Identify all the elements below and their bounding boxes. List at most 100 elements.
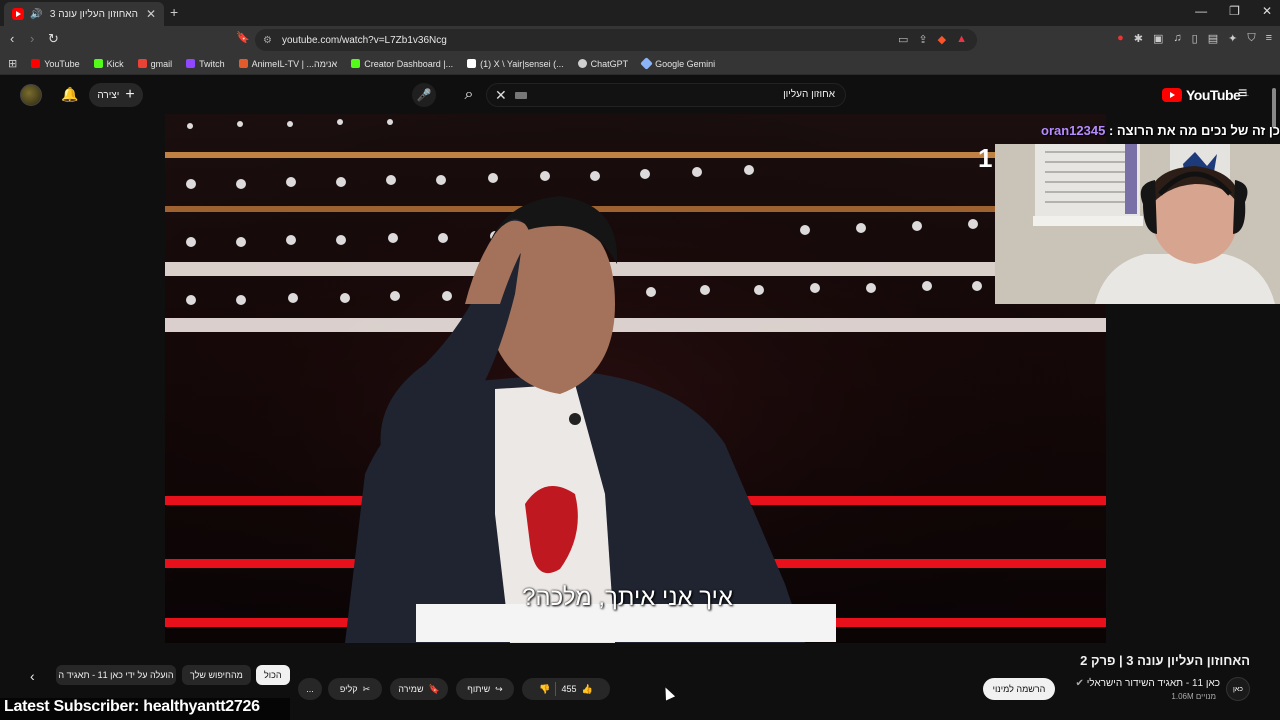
maximize-button[interactable]: ❐ <box>1229 4 1240 18</box>
close-window-button[interactable]: ✕ <box>1262 4 1272 18</box>
forward-icon[interactable]: › <box>30 31 34 46</box>
scrollbar[interactable] <box>1272 88 1276 128</box>
bookmark-x[interactable]: (1) X \ Yair|sensei (... <box>467 59 564 69</box>
search-input[interactable]: ✕ אחוזון העליון <box>486 83 846 107</box>
reload-icon[interactable]: ↻ <box>48 31 59 47</box>
minimize-button[interactable]: — <box>1195 4 1207 18</box>
address-bar-row: ‹ › ↻ 🔖 ⚙ youtube.com/watch?v=L7Zb1v36Nc… <box>0 26 1280 53</box>
youtube-logo[interactable]: YouTube IL <box>1162 87 1249 103</box>
youtube-favicon-icon <box>12 8 24 20</box>
x-icon <box>467 59 477 68</box>
gmail-icon <box>137 59 147 68</box>
chatgpt-icon <box>577 59 587 68</box>
browser-menu-icon[interactable]: ≡ <box>1266 32 1272 45</box>
bookmark-gmail[interactable]: gmail <box>137 59 172 69</box>
chip-all[interactable]: הכול <box>256 665 290 685</box>
save-button[interactable]: שמירה 🔖 <box>390 678 448 700</box>
share-button[interactable]: שיתוף ↪ <box>456 678 514 700</box>
scissors-icon: ✂ <box>362 683 371 694</box>
bookmark-gemini[interactable]: Google Gemini <box>640 57 715 70</box>
bookmark-youtube[interactable]: YouTube <box>31 59 80 69</box>
like-divider <box>555 682 557 696</box>
site-info-icon[interactable]: ⚙ <box>263 35 272 46</box>
guide-menu-icon[interactable]: ≡ <box>1238 85 1247 103</box>
latest-subscriber-overlay: Latest Subscriber: healthyantt2726 <box>0 698 290 720</box>
clear-search-icon[interactable]: ✕ <box>495 87 507 104</box>
chat-username: oran12345 <box>1041 123 1106 138</box>
like-dislike-group: 👎 455 👍 <box>522 678 610 700</box>
url-field[interactable]: ⚙ youtube.com/watch?v=L7Zb1v36Ncg ▭ ⇪ ◆ … <box>255 29 977 51</box>
bookmark-animeil[interactable]: AnimeIL-TV | ...אנימה <box>238 59 337 69</box>
close-tab-icon[interactable]: ✕ <box>146 7 156 21</box>
new-tab-button[interactable]: + <box>170 4 178 20</box>
url-text[interactable]: youtube.com/watch?v=L7Zb1v36Ncg <box>282 35 447 46</box>
ai-icon[interactable]: ✦ <box>1228 32 1237 45</box>
share-arrow-icon: ↪ <box>495 683 503 694</box>
rewards-icon[interactable]: ▲ <box>956 33 967 46</box>
avatar[interactable] <box>20 84 42 106</box>
overlay-number: 1 <box>978 143 993 173</box>
browser-tab-bar: 🔊 האחוזון העליון עונה 3 | פרק 2 ✕ + — ❐ … <box>0 0 1280 26</box>
wallet-icon[interactable]: ▤ <box>1208 32 1218 45</box>
webcam-image <box>995 144 1280 304</box>
video-player[interactable] <box>165 114 1106 643</box>
voice-search-mic-icon[interactable]: 🎤 <box>412 83 436 107</box>
subscriber-count: 1.06M מנויים <box>1171 692 1216 701</box>
chip-uploaded-by[interactable]: הועלה על ידי כאן 11 - תאגיד ה <box>56 665 176 685</box>
cast-icon[interactable]: ▭ <box>898 33 908 46</box>
create-button[interactable]: יצירה + <box>89 83 143 107</box>
search-query-text[interactable]: אחוזון העליון <box>783 89 835 100</box>
back-icon[interactable]: ‹ <box>10 31 14 46</box>
record-extension-icon[interactable]: ● <box>1117 32 1124 45</box>
like-count[interactable]: 455 <box>561 684 576 694</box>
keyboard-icon[interactable] <box>515 92 527 99</box>
youtube-logo-text: YouTube <box>1186 87 1241 103</box>
bookmark-twitch[interactable]: Twitch <box>186 59 225 69</box>
speaker-icon[interactable]: 🔊 <box>30 9 42 20</box>
stream-chat-message: כן זה של נכים מה את הרוצה : oran12345 <box>1040 123 1280 141</box>
tab-title: האחוזון העליון עונה 3 | פרק 2 <box>48 8 138 20</box>
share-icon[interactable]: ⇪ <box>918 33 927 46</box>
youtube-header: 🔔 יצירה + 🎤 ⌕ ✕ אחוזון העליון YouTube IL… <box>0 76 1280 114</box>
plus-icon: + <box>125 86 135 103</box>
media-icon[interactable]: ♫ <box>1173 32 1181 45</box>
vpn-shield-icon[interactable]: ⛉ <box>1247 32 1255 45</box>
channel-avatar[interactable]: כאן <box>1226 677 1250 701</box>
bookmark-kick[interactable]: Kick <box>93 59 124 69</box>
verified-icon: ✔ <box>1075 678 1084 689</box>
like-icon[interactable]: 👍 <box>582 684 593 695</box>
chip-from-search[interactable]: מהחיפוש שלך <box>182 665 251 685</box>
dislike-icon[interactable]: 👎 <box>539 684 550 695</box>
channel-name[interactable]: כאן 11 - תאגיד השידור הישראלי ✔ <box>1070 678 1220 689</box>
bookmark-chatgpt[interactable]: ChatGPT <box>577 59 628 69</box>
video-subtitle: איך אני איתך, מלכה? <box>522 584 733 611</box>
notifications-bell-icon[interactable]: 🔔 <box>61 86 78 103</box>
more-actions-button[interactable]: ... <box>298 678 322 700</box>
video-frame <box>165 114 1106 643</box>
twitch-icon <box>186 59 196 68</box>
kick-icon <box>351 59 361 68</box>
video-title: האחוזון העליון עונה 3 | פרק 2 <box>1080 653 1250 668</box>
gemini-icon <box>640 57 654 70</box>
bookmark-icon[interactable]: 🔖 <box>236 31 250 44</box>
save-bookmark-icon: 🔖 <box>428 683 440 694</box>
animeil-icon <box>238 59 248 68</box>
brave-shield-icon[interactable]: ◆ <box>938 33 946 46</box>
clip-button[interactable]: קליפ ✂ <box>328 678 382 700</box>
create-label: יצירה <box>97 89 120 101</box>
subscribe-button[interactable]: הרשמה למינוי <box>983 678 1055 700</box>
screenshot-icon[interactable]: ▣ <box>1153 32 1163 45</box>
extensions-icon[interactable]: ✱ <box>1134 32 1143 45</box>
webcam-feed <box>995 144 1280 304</box>
window-controls: — ❐ ✕ <box>1195 4 1272 18</box>
youtube-play-icon <box>1162 88 1182 102</box>
mouse-cursor <box>660 685 676 701</box>
sidebar-icon[interactable]: ▯ <box>1192 32 1198 45</box>
chat-message-text: כן זה של נכים מה את הרוצה : <box>1108 123 1280 138</box>
browser-tab[interactable]: 🔊 האחוזון העליון עונה 3 | פרק 2 ✕ <box>4 2 164 26</box>
bookmark-creator-dashboard[interactable]: Creator Dashboard |... <box>351 59 453 69</box>
search-icon[interactable]: ⌕ <box>452 83 486 107</box>
extensions-toolbar: ● ✱ ▣ ♫ ▯ ▤ ✦ ⛉ ≡ <box>1117 32 1272 45</box>
kick-icon <box>93 59 103 68</box>
apps-grid-icon[interactable]: ⊞ <box>8 57 17 70</box>
